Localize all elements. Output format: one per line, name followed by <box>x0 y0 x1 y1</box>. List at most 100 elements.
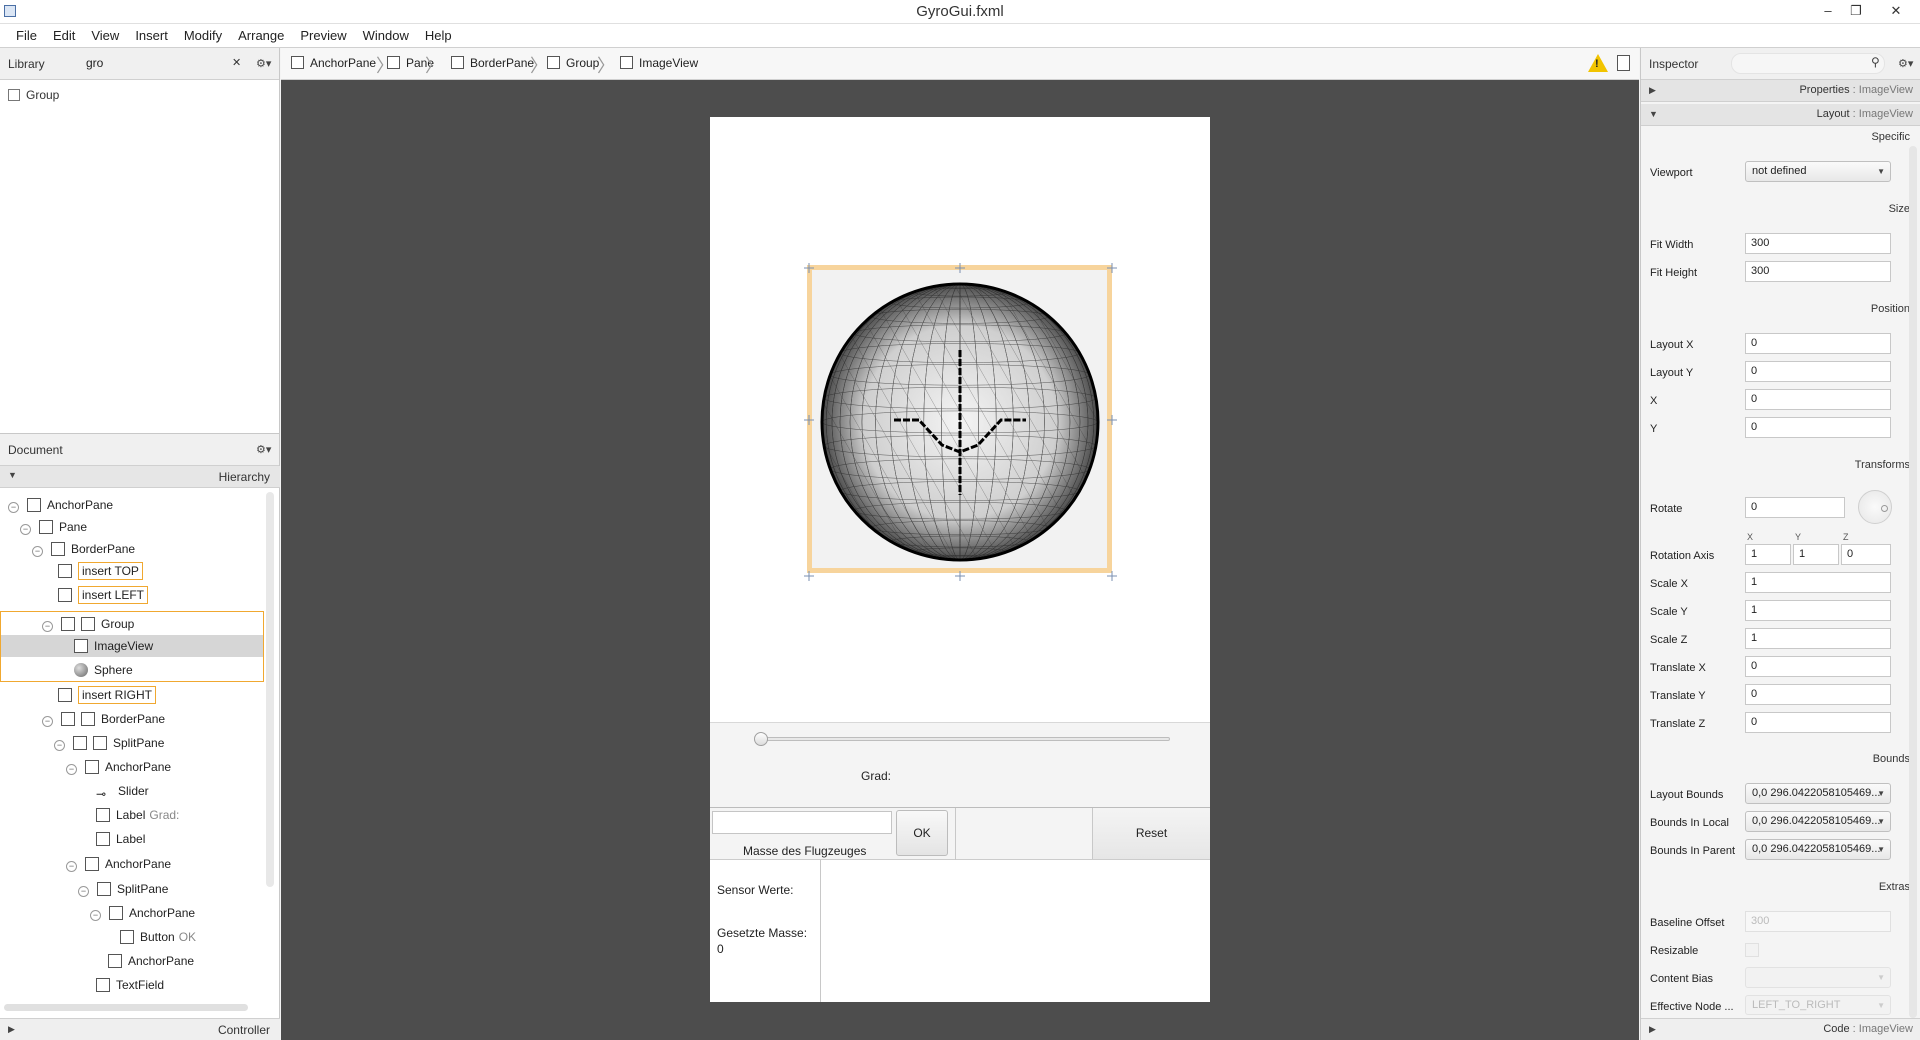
collapse-icon[interactable]: − <box>20 524 31 535</box>
controller-section-bar[interactable]: ▶ Controller <box>0 1018 280 1040</box>
menu-edit[interactable]: Edit <box>45 24 83 47</box>
tree-row-slider[interactable]: ⊸ Slider <box>96 780 149 802</box>
rotation-axis-y-field[interactable]: 1 <box>1793 544 1839 565</box>
tree-horizontal-scrollbar[interactable] <box>4 1004 248 1011</box>
bounds-local-select[interactable]: 0,0 296.0422058105469... ▼ <box>1745 811 1891 832</box>
menu-modify[interactable]: Modify <box>176 24 230 47</box>
menu-insert[interactable]: Insert <box>127 24 176 47</box>
tree-row-anchorpane-2[interactable]: − AnchorPane <box>66 756 171 778</box>
collapse-icon[interactable]: − <box>42 716 53 727</box>
tree-row-textfield[interactable]: TextField <box>96 974 164 996</box>
layout-section-bar[interactable]: ▼ Layout : ImageView <box>1641 104 1920 126</box>
reset-button[interactable]: Reset <box>1092 808 1210 859</box>
collapse-icon[interactable]: − <box>90 910 101 921</box>
document-gear-icon[interactable]: ⚙▾ <box>256 443 271 456</box>
library-search-input[interactable]: gro <box>80 53 248 74</box>
scale-z-field[interactable]: 1 <box>1745 628 1891 649</box>
resize-handle[interactable] <box>804 262 814 273</box>
tree-row-sphere[interactable]: Sphere <box>74 659 133 681</box>
tree-row-group[interactable]: − Group <box>42 613 134 635</box>
menu-window[interactable]: Window <box>355 24 417 47</box>
collapse-icon[interactable]: − <box>66 764 77 775</box>
rotate-dial[interactable] <box>1858 490 1892 524</box>
menu-preview[interactable]: Preview <box>292 24 354 47</box>
collapse-icon[interactable]: − <box>32 546 43 557</box>
menu-arrange[interactable]: Arrange <box>230 24 292 47</box>
code-section-bar[interactable]: ▶ Code : ImageView <box>1641 1018 1920 1040</box>
x-field[interactable]: 0 <box>1745 389 1891 410</box>
grad-slider-track[interactable] <box>762 737 1170 741</box>
resize-handle[interactable] <box>1107 570 1117 581</box>
tree-row-anchorpane-3[interactable]: − AnchorPane <box>66 853 171 875</box>
tree-row-label-2[interactable]: Label <box>96 828 145 850</box>
tree-vertical-scrollbar[interactable] <box>266 492 274 887</box>
breadcrumb-imageview[interactable]: ImageView <box>620 56 698 70</box>
y-field[interactable]: 0 <box>1745 417 1891 438</box>
tree-row-insert-left[interactable]: insert LEFT <box>58 584 149 606</box>
clear-search-icon[interactable]: ✕ <box>232 56 241 69</box>
tree-row-anchorpane-5[interactable]: AnchorPane <box>108 950 194 972</box>
tree-row-anchorpane-4[interactable]: − AnchorPane <box>90 902 195 924</box>
breadcrumb-group[interactable]: Group <box>547 56 599 70</box>
resize-handle[interactable] <box>804 414 814 425</box>
restore-button[interactable]: ❐ <box>1845 2 1867 20</box>
inspector-gear-icon[interactable]: ⚙▾ <box>1898 57 1913 70</box>
rotation-axis-x-field[interactable]: 1 <box>1745 544 1791 565</box>
grad-slider-thumb[interactable] <box>754 732 768 746</box>
tree-row-splitpane[interactable]: − SplitPane <box>54 732 164 754</box>
scale-x-field[interactable]: 1 <box>1745 572 1891 593</box>
collapse-icon[interactable]: − <box>42 621 53 632</box>
collapse-icon[interactable]: − <box>78 886 89 897</box>
resize-handle[interactable] <box>804 570 814 581</box>
resize-handle[interactable] <box>1107 262 1117 273</box>
menu-help[interactable]: Help <box>417 24 460 47</box>
menu-file[interactable]: File <box>0 24 45 47</box>
tree-row-insert-top[interactable]: insert TOP <box>58 560 143 582</box>
fit-width-field[interactable]: 300 <box>1745 233 1891 254</box>
sensor-divider[interactable] <box>820 860 821 1002</box>
translate-x-field[interactable]: 0 <box>1745 656 1891 677</box>
bounds-parent-select[interactable]: 0,0 296.0422058105469... ▼ <box>1745 839 1891 860</box>
collapse-icon[interactable]: − <box>54 740 65 751</box>
split-divider[interactable] <box>955 808 956 860</box>
tree-row-anchorpane[interactable]: − AnchorPane <box>8 494 113 516</box>
rotation-axis-z-field[interactable]: 0 <box>1841 544 1891 565</box>
tree-row-borderpane-2[interactable]: − BorderPane <box>42 708 165 730</box>
layout-y-field[interactable]: 0 <box>1745 361 1891 382</box>
minimize-button[interactable]: – <box>1817 2 1839 20</box>
warning-icon[interactable]: ! <box>1588 54 1608 72</box>
fit-height-field[interactable]: 300 <box>1745 261 1891 282</box>
collapse-icon[interactable]: − <box>8 502 19 513</box>
tree-row-splitpane-2[interactable]: − SplitPane <box>78 878 168 900</box>
tree-row-borderpane[interactable]: − BorderPane <box>32 538 135 560</box>
resize-handle[interactable] <box>955 262 965 273</box>
translate-y-field[interactable]: 0 <box>1745 684 1891 705</box>
library-gear-icon[interactable]: ⚙▾ <box>256 57 271 70</box>
inspector-search-input[interactable] <box>1731 53 1885 74</box>
layout-x-field[interactable]: 0 <box>1745 333 1891 354</box>
breadcrumb-borderpane[interactable]: BorderPane <box>451 56 534 70</box>
resize-handle[interactable] <box>1107 414 1117 425</box>
properties-section-bar[interactable]: ▶ Properties : ImageView <box>1641 80 1920 102</box>
scale-y-field[interactable]: 1 <box>1745 600 1891 621</box>
tree-row-imageview[interactable]: ImageView <box>74 635 153 657</box>
layout-bounds-select[interactable]: 0,0 296.0422058105469... ▼ <box>1745 783 1891 804</box>
hierarchy-section-bar[interactable]: ▼ Hierarchy <box>0 466 280 488</box>
inspector-scrollbar[interactable] <box>1909 146 1917 1018</box>
breadcrumb-anchorpane[interactable]: AnchorPane <box>291 56 376 70</box>
tree-row-insert-right[interactable]: insert RIGHT <box>58 684 157 706</box>
collapse-icon[interactable]: − <box>66 861 77 872</box>
resize-handle[interactable] <box>955 570 965 581</box>
rotate-field[interactable]: 0 <box>1745 497 1845 518</box>
tree-row-button-ok[interactable]: Button OK <box>120 926 196 948</box>
menu-view[interactable]: View <box>83 24 127 47</box>
tree-row-label-grad[interactable]: Label Grad: <box>96 804 179 826</box>
library-item-group[interactable]: Group <box>8 86 59 104</box>
tree-row-pane[interactable]: − Pane <box>20 516 87 538</box>
ok-button[interactable]: OK <box>896 810 948 856</box>
translate-z-field[interactable]: 0 <box>1745 712 1891 733</box>
close-button[interactable]: ✕ <box>1885 2 1907 20</box>
imageview-selection[interactable] <box>807 265 1112 573</box>
mass-input[interactable] <box>712 811 892 834</box>
document-icon[interactable] <box>1617 55 1630 71</box>
